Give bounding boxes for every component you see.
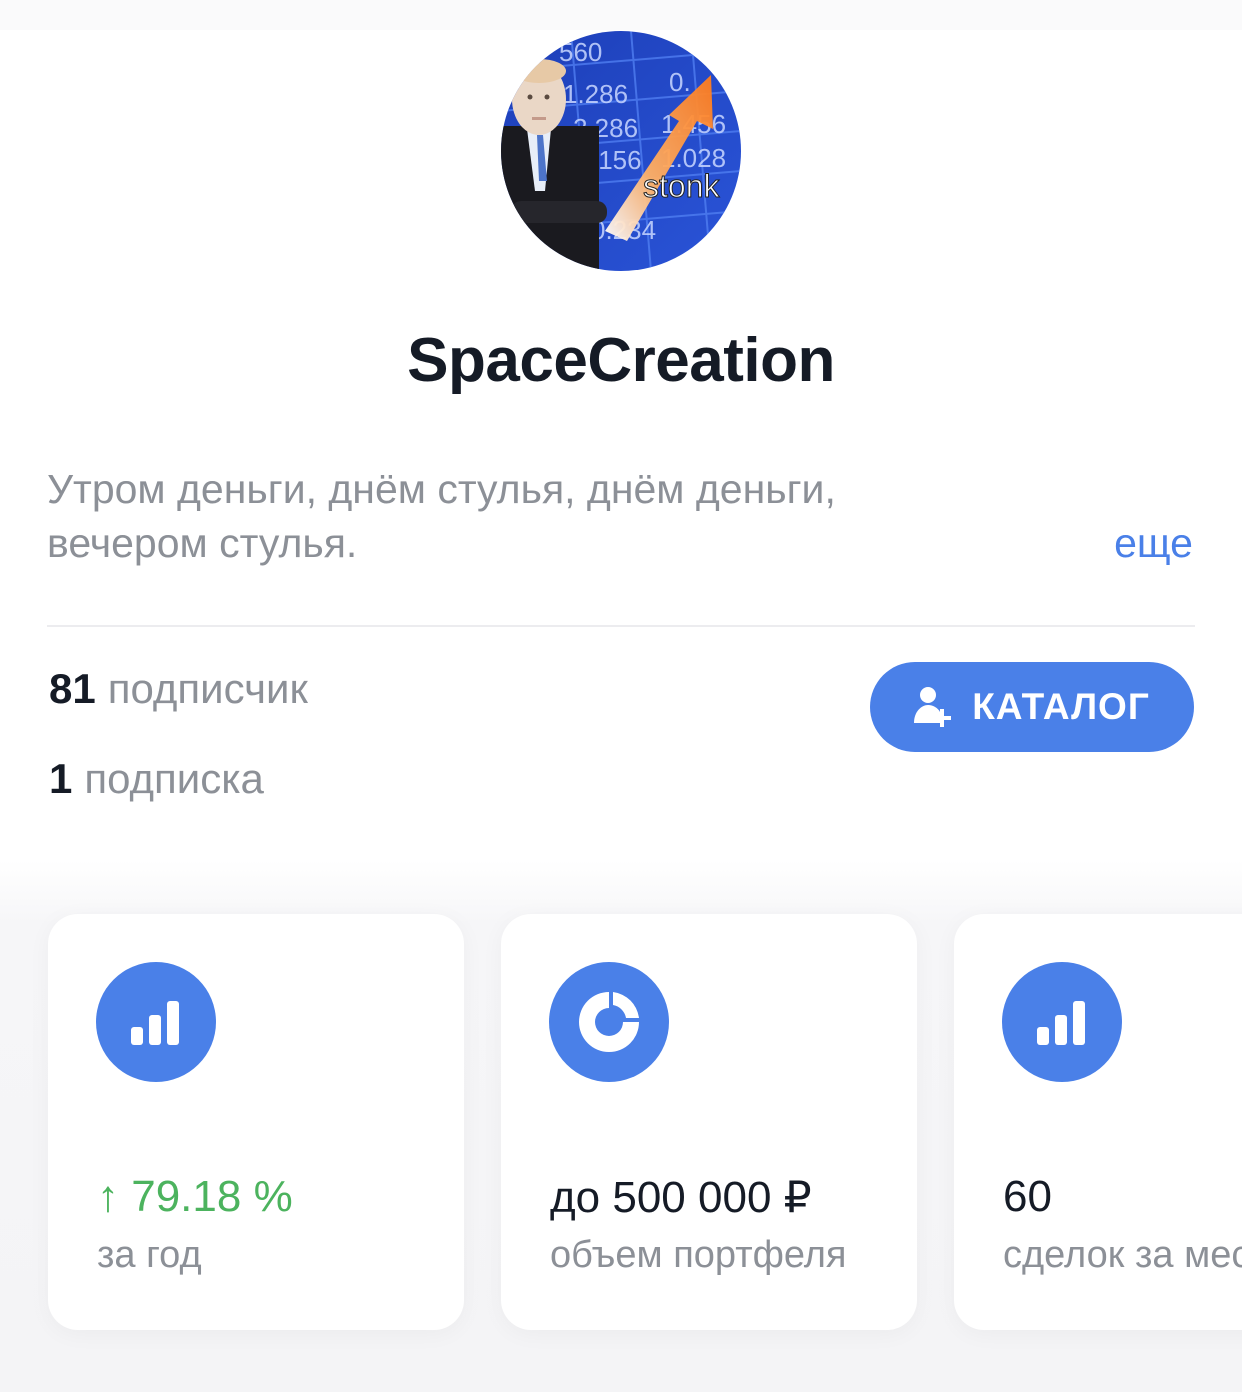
svg-text:0.: 0.	[669, 67, 691, 97]
svg-text:560: 560	[559, 37, 602, 67]
description-line-1: Утром деньги, днём стулья, днём деньги,	[47, 466, 836, 512]
followers-stat[interactable]: 81 подписчик	[49, 665, 308, 713]
yearly-return-label: за год	[97, 1234, 202, 1276]
divider	[47, 625, 1195, 627]
monthly-trades-label: сделок за месяц	[1003, 1234, 1242, 1276]
bar-chart-icon	[96, 962, 216, 1082]
stat-card-yearly-return[interactable]: ↑ 79.18 % за год	[48, 914, 464, 1330]
avatar-caption: stonk	[643, 168, 720, 204]
stat-card-monthly-trades[interactable]: 60 сделок за месяц	[954, 914, 1242, 1330]
more-link[interactable]: еще	[1114, 516, 1193, 570]
pie-chart-icon	[549, 962, 669, 1082]
avatar-image: 560 1.286 2.286 .156 0.234 0. 1.456 1.02…	[501, 31, 741, 271]
portfolio-size-label: объем портфеля	[550, 1234, 847, 1276]
yearly-return-value: ↑ 79.18 %	[97, 1172, 293, 1222]
description-line-2: вечером стулья.	[47, 520, 358, 566]
bar-chart-icon	[1002, 962, 1122, 1082]
up-arrow-icon: ↑	[97, 1172, 119, 1221]
following-count: 1	[49, 755, 73, 802]
top-strip	[0, 0, 1242, 30]
portfolio-size-value: до 500 000 ₽	[550, 1173, 812, 1222]
svg-text:1.286: 1.286	[563, 79, 628, 109]
add-user-icon	[914, 685, 954, 729]
following-stat[interactable]: 1 подписка	[49, 755, 264, 803]
channel-description: Утром деньги, днём стулья, днём деньги, …	[47, 462, 1047, 570]
yearly-return-number: 79.18 %	[131, 1172, 293, 1221]
catalog-button[interactable]: КАТАЛОГ	[870, 662, 1194, 752]
channel-name: SpaceCreation	[407, 326, 835, 395]
catalog-button-label: КАТАЛОГ	[972, 686, 1150, 727]
followers-label: подписчик	[107, 665, 308, 712]
avatar[interactable]: 560 1.286 2.286 .156 0.234 0. 1.456 1.02…	[501, 31, 741, 271]
monthly-trades-value: 60	[1003, 1172, 1052, 1221]
following-label: подписка	[84, 755, 264, 802]
profile-page: 560 1.286 2.286 .156 0.234 0. 1.456 1.02…	[0, 0, 1242, 1392]
stat-card-portfolio-size[interactable]: до 500 000 ₽ объем портфеля	[501, 914, 917, 1330]
followers-count: 81	[49, 665, 96, 712]
